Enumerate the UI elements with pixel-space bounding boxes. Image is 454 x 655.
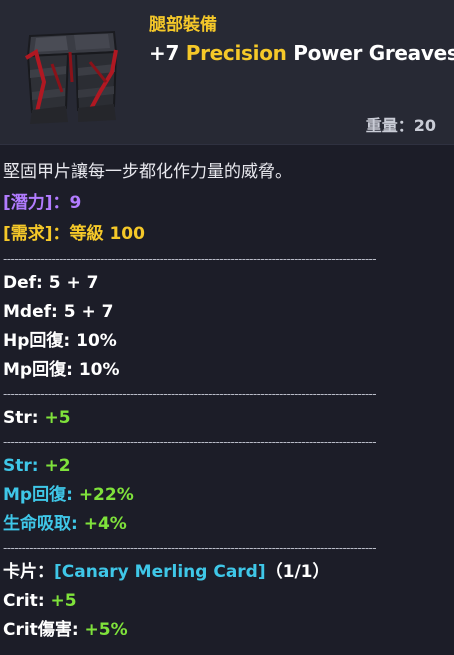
- tooltip-header: 腿部裝備 +7 Precision Power Greaves 重量：20: [0, 0, 454, 145]
- card-label: 卡片：: [3, 562, 54, 582]
- divider: ----------------------------------------…: [3, 387, 377, 401]
- enchant-stat-line: 生命吸取: +4%: [3, 510, 451, 539]
- item-name: +7 Precision Power Greaves: [149, 41, 454, 65]
- stat-value: +5%: [84, 620, 128, 640]
- stat-label: Mp回復:: [3, 485, 79, 505]
- item-description: 堅固甲片讓每一步都化作力量的威脅。: [3, 162, 292, 182]
- divider: ----------------------------------------…: [3, 435, 377, 449]
- armored-greaves-icon: [16, 22, 128, 126]
- requirement-line: [需求]：等級 100: [3, 219, 451, 250]
- stat-value: +22%: [78, 485, 134, 505]
- potential-label: [潛力]：: [3, 193, 70, 213]
- requirement-value: 等級 100: [69, 224, 145, 244]
- divider: ----------------------------------------…: [3, 252, 377, 266]
- stat-value: 5 + 7: [63, 302, 114, 322]
- card-count: （1/1）: [265, 562, 330, 582]
- potential-value: 9: [69, 193, 82, 213]
- stat-value: 10%: [76, 331, 117, 351]
- item-tooltip: 腿部裝備 +7 Precision Power Greaves 重量：20 堅固…: [0, 0, 454, 655]
- card-name: [Canary Merling Card]: [54, 562, 266, 582]
- item-category: 腿部裝備: [149, 15, 217, 35]
- item-name-modifier: Precision: [185, 41, 287, 65]
- stat-value: +2: [44, 456, 71, 476]
- stat-value: +4%: [83, 514, 127, 534]
- tooltip-body: 堅固甲片讓每一步都化作力量的威脅。 [潛力]：9 [需求]：等級 100 ---…: [3, 157, 451, 645]
- stat-label: Hp回復:: [3, 331, 77, 351]
- bonus-stat-line: Str: +5: [3, 404, 451, 433]
- stat-label: Str:: [3, 456, 45, 476]
- divider: ----------------------------------------…: [3, 541, 377, 555]
- stat-value: +5: [50, 591, 77, 611]
- stat-label: Mp回復:: [3, 360, 79, 380]
- stat-value: +5: [44, 408, 71, 428]
- enchant-stat-line: Mp回復: +22%: [3, 481, 451, 510]
- stat-line: Hp回復: 10%: [3, 327, 451, 356]
- stat-label: Crit:: [3, 591, 51, 611]
- item-name-suffix: Power Greaves: [286, 41, 454, 65]
- item-weight: 重量：20: [366, 112, 436, 136]
- stat-label: Def:: [3, 273, 49, 293]
- stat-label: Str:: [3, 408, 45, 428]
- stat-value: 5 + 7: [48, 273, 99, 293]
- stat-line: Mp回復: 10%: [3, 356, 451, 385]
- enchant-stat-line: Str: +2: [3, 452, 451, 481]
- stat-line: Def: 5 + 7: [3, 269, 451, 298]
- stat-label: Crit傷害:: [3, 620, 85, 640]
- card-stat-line: Crit: +5: [3, 587, 451, 616]
- item-name-prefix: +7: [149, 41, 186, 65]
- card-line: 卡片：[Canary Merling Card]（1/1）: [3, 558, 451, 587]
- stat-value: 10%: [78, 360, 120, 380]
- stat-label: 生命吸取:: [3, 514, 84, 534]
- potential-line: [潛力]：9: [3, 188, 451, 219]
- weight-value: 20: [413, 116, 436, 135]
- stat-line: Mdef: 5 + 7: [3, 298, 451, 327]
- requirement-label: [需求]：: [3, 224, 70, 244]
- card-stat-line: Crit傷害: +5%: [3, 616, 451, 645]
- stat-label: Mdef:: [3, 302, 64, 322]
- weight-label: 重量：: [365, 116, 414, 135]
